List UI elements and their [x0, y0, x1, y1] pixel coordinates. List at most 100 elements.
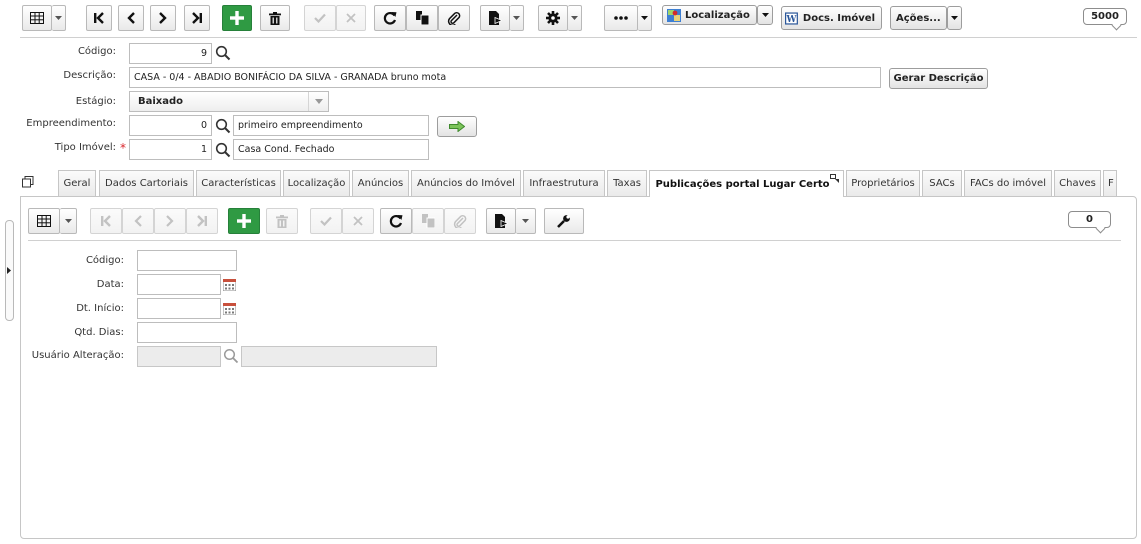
chevron-down-icon	[308, 92, 328, 111]
popout-icon[interactable]	[830, 174, 839, 183]
go-empreendimento-button[interactable]	[437, 116, 477, 137]
confirm-button[interactable]	[304, 5, 336, 31]
svg-text:W: W	[785, 15, 797, 25]
tipo-imovel-code-input[interactable]: 1	[129, 139, 212, 160]
restore-window-icon[interactable]	[22, 176, 34, 188]
codigo-label: Código:	[77, 46, 116, 57]
tab-taxas[interactable]: Taxas	[607, 170, 647, 196]
empreendimento-label: Empreendimento:	[26, 118, 116, 129]
tipo-imovel-name-input[interactable]: Casa Cond. Fechado	[233, 139, 429, 160]
sub-previous-record-button[interactable]	[122, 208, 154, 234]
previous-record-button[interactable]	[118, 5, 144, 31]
acoes-button[interactable]: Ações...	[890, 6, 947, 30]
tab-publicacoes-portal-lugar-certo[interactable]: Publicações portal Lugar Certo	[649, 170, 844, 197]
tab-facs-do-imovel[interactable]: FACs do imóvel	[964, 170, 1052, 196]
tab-dados-cartoriais[interactable]: Dados Cartoriais	[99, 170, 194, 196]
settings-dropdown[interactable]	[568, 5, 582, 31]
attach-icon	[453, 214, 467, 228]
tab-proprietarios[interactable]: Proprietários	[846, 170, 920, 196]
sub-delete-button[interactable]	[266, 208, 298, 234]
sub-toolbar-divider	[28, 240, 1121, 241]
settings-button[interactable]	[538, 5, 568, 31]
sub-dt-inicio-input[interactable]	[137, 298, 221, 319]
grid-view-icon	[30, 12, 44, 24]
chevron-down-icon	[571, 16, 578, 20]
arrow-right-icon	[449, 121, 465, 132]
sub-grid-view-dropdown[interactable]	[60, 208, 77, 234]
localizacao-dropdown[interactable]	[757, 5, 773, 25]
attach-button[interactable]	[438, 5, 470, 31]
chevron-down-icon	[761, 13, 769, 17]
attach-icon	[447, 11, 461, 25]
localizacao-button[interactable]: Localização	[662, 5, 757, 25]
more-dropdown[interactable]	[638, 5, 652, 31]
map-icon	[667, 8, 681, 22]
refresh-button[interactable]	[374, 5, 406, 31]
side-collapse-handle[interactable]	[5, 220, 14, 321]
sub-qtd-dias-input[interactable]	[137, 322, 237, 343]
last-record-button[interactable]	[184, 5, 210, 31]
tab-caracteristicas[interactable]: Características	[196, 170, 281, 196]
export-dropdown[interactable]	[510, 5, 524, 31]
tab-overflow[interactable]: F	[1103, 170, 1117, 196]
next-record-icon	[166, 215, 174, 227]
sub-export-dropdown[interactable]	[516, 208, 536, 234]
tab-sacs[interactable]: SACs	[922, 170, 962, 196]
more-icon	[614, 16, 628, 20]
tab-anuncios[interactable]: Anúncios	[352, 170, 409, 196]
chevron-down-icon	[513, 16, 520, 20]
sub-refresh-button[interactable]	[380, 208, 412, 234]
tab-anuncios-do-imovel[interactable]: Anúncios do Imóvel	[411, 170, 521, 196]
add-icon	[230, 11, 244, 25]
sub-cancel-button[interactable]	[342, 208, 374, 234]
add-icon	[237, 214, 251, 228]
empreendimento-code-input[interactable]: 0	[129, 115, 212, 136]
acoes-dropdown[interactable]	[947, 6, 962, 30]
search-icon[interactable]	[215, 118, 231, 134]
previous-record-icon	[127, 12, 135, 24]
codigo-input[interactable]: 9	[129, 43, 212, 64]
docs-imovel-button[interactable]: W Docs. Imóvel	[781, 6, 882, 30]
record-count-badge: 5000	[1083, 8, 1127, 25]
required-mark: *	[120, 141, 126, 155]
search-icon[interactable]	[215, 45, 231, 61]
tab-chaves[interactable]: Chaves	[1054, 170, 1101, 196]
calendar-icon[interactable]	[223, 279, 236, 291]
sub-copy-button[interactable]	[412, 208, 444, 234]
sub-next-record-button[interactable]	[154, 208, 186, 234]
grid-view-dropdown[interactable]	[52, 5, 66, 31]
sub-grid-view-button[interactable]	[28, 208, 60, 234]
next-record-button[interactable]	[150, 5, 176, 31]
sub-tools-button[interactable]	[544, 208, 584, 234]
calendar-icon[interactable]	[223, 303, 236, 315]
gerar-descricao-button[interactable]: Gerar Descrição	[889, 68, 988, 89]
sub-last-record-button[interactable]	[186, 208, 218, 234]
tab-publicacoes-label: Publicações portal Lugar Certo	[655, 178, 830, 190]
export-button[interactable]	[480, 5, 510, 31]
empreendimento-name-input[interactable]: primeiro empreendimento	[233, 115, 429, 136]
estagio-select[interactable]: Baixado	[129, 91, 329, 112]
confirm-icon	[320, 216, 332, 226]
tab-localizacao[interactable]: Localização	[283, 170, 350, 196]
sub-export-button[interactable]	[486, 208, 516, 234]
sub-attach-button[interactable]	[444, 208, 476, 234]
sub-dt-inicio-label: Dt. Início:	[76, 303, 124, 314]
search-icon[interactable]	[223, 348, 239, 364]
tab-geral[interactable]: Geral	[58, 170, 96, 196]
add-button[interactable]	[222, 5, 252, 31]
cancel-button[interactable]	[336, 5, 366, 31]
copy-button[interactable]	[406, 5, 438, 31]
delete-button[interactable]	[260, 5, 290, 31]
wrench-icon	[557, 215, 570, 228]
sub-first-record-button[interactable]	[90, 208, 122, 234]
search-icon[interactable]	[215, 142, 231, 158]
sub-codigo-input[interactable]	[137, 250, 237, 271]
first-record-button[interactable]	[86, 5, 112, 31]
grid-view-button[interactable]	[22, 5, 52, 31]
sub-add-button[interactable]	[228, 208, 260, 234]
sub-confirm-button[interactable]	[310, 208, 342, 234]
more-button[interactable]	[604, 5, 638, 31]
sub-data-input[interactable]	[137, 274, 221, 295]
descricao-input[interactable]: CASA - 0/4 - ABADIO BONIFÁCIO DA SILVA -…	[129, 67, 881, 88]
tab-infraestrutura[interactable]: Infraestrutura	[523, 170, 605, 196]
